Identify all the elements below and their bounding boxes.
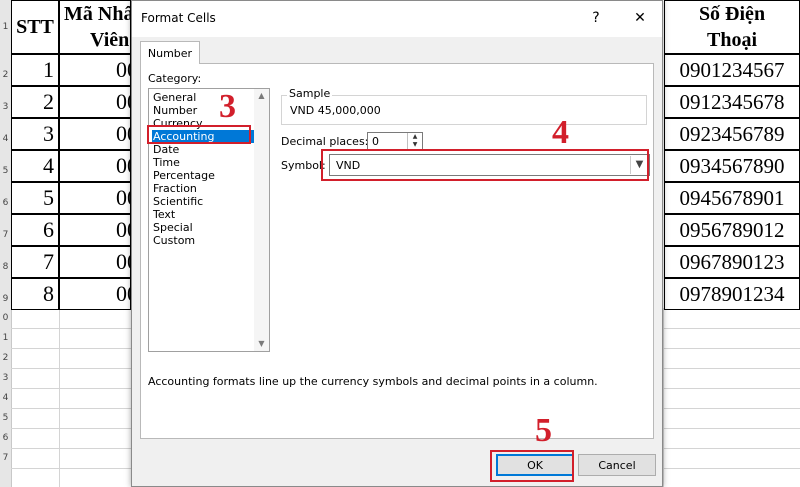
number-tab-panel: Category: General Number Currency Accoun…: [140, 63, 654, 439]
step-3-label: 3: [219, 88, 236, 125]
cell-phone[interactable]: 0901234567: [664, 54, 800, 86]
category-item-special[interactable]: Special: [152, 221, 194, 234]
category-scrollbar[interactable]: ▲ ▼: [254, 89, 269, 351]
category-item-text[interactable]: Text: [152, 208, 176, 221]
category-item-custom[interactable]: Custom: [152, 234, 196, 247]
cell-ma-text: 00: [116, 153, 130, 178]
cell-ma[interactable]: 00: [59, 182, 131, 214]
cell-ma[interactable]: 00: [59, 54, 131, 86]
row-number[interactable]: 2: [0, 70, 11, 80]
cell-stt[interactable]: 5: [11, 182, 59, 214]
cell-stt[interactable]: 3: [11, 118, 59, 150]
row-number[interactable]: 1: [0, 333, 11, 343]
category-item-time[interactable]: Time: [152, 156, 181, 169]
dialog-title: Format Cells: [141, 11, 216, 25]
row-number[interactable]: 5: [0, 166, 11, 176]
cell-phone[interactable]: 0934567890: [664, 150, 800, 182]
cell-ma[interactable]: 00: [59, 278, 131, 310]
format-cells-dialog: Format Cells ? ✕ Number Category: Genera…: [131, 0, 663, 487]
close-icon[interactable]: ✕: [618, 3, 662, 33]
header-ma-nhan-vien[interactable]: Mã Nhâ Viên: [59, 0, 131, 54]
decrement-icon[interactable]: ▼: [408, 141, 422, 149]
category-item-scientific[interactable]: Scientific: [152, 195, 204, 208]
cell-ma[interactable]: 00: [59, 86, 131, 118]
row-number[interactable]: 2: [0, 353, 11, 363]
increment-icon[interactable]: ▲: [408, 133, 422, 141]
cell-ma-text: 00: [116, 249, 130, 274]
row-number[interactable]: 4: [0, 393, 11, 403]
row-number[interactable]: 9: [0, 294, 11, 304]
header-stt[interactable]: STT: [11, 0, 59, 54]
row-number[interactable]: 3: [0, 102, 11, 112]
cell-ma-text: 00: [116, 185, 130, 210]
header-line: Thoại: [706, 29, 758, 51]
row-number[interactable]: 4: [0, 134, 11, 144]
row-number[interactable]: 6: [0, 198, 11, 208]
cell-ma[interactable]: 00: [59, 214, 131, 246]
highlight-symbol: [321, 149, 649, 181]
cell-ma[interactable]: 00: [59, 246, 131, 278]
header-line: Số Điện: [698, 3, 766, 25]
cell-phone[interactable]: 0923456789: [664, 118, 800, 150]
row-number[interactable]: 5: [0, 413, 11, 423]
row-number[interactable]: 3: [0, 373, 11, 383]
cell-ma-text: 00: [116, 121, 130, 146]
cell-phone[interactable]: 0945678901: [664, 182, 800, 214]
cell-stt[interactable]: 8: [11, 278, 59, 310]
cell-ma-text: 00: [116, 89, 130, 114]
cell-stt[interactable]: 7: [11, 246, 59, 278]
row-number[interactable]: 6: [0, 433, 11, 443]
sample-label: Sample: [287, 87, 333, 100]
cell-phone[interactable]: 0912345678: [664, 86, 800, 118]
cell-ma-text: 00: [116, 57, 130, 82]
cell-phone[interactable]: 0978901234: [664, 278, 800, 310]
row-number[interactable]: 1: [0, 22, 11, 32]
category-description: Accounting formats line up the currency …: [148, 375, 598, 388]
sample-box: VND 45,000,000: [281, 95, 647, 125]
header-so-dien-thoai[interactable]: Số Điện Thoại: [664, 0, 800, 54]
cell-phone[interactable]: 0967890123: [664, 246, 800, 278]
row-number[interactable]: 8: [0, 262, 11, 272]
cell-stt[interactable]: 4: [11, 150, 59, 182]
step-4-label: 4: [552, 114, 569, 151]
step-5-label: 5: [535, 412, 552, 449]
cell-ma-text: 00: [116, 217, 130, 242]
decimal-places-stepper[interactable]: 0 ▲ ▼: [367, 132, 423, 150]
highlight-ok: [490, 450, 574, 482]
row-number[interactable]: 7: [0, 230, 11, 240]
cancel-button[interactable]: Cancel: [578, 454, 656, 476]
header-line: Mã Nhâ: [64, 3, 131, 25]
category-item-fraction[interactable]: Fraction: [152, 182, 198, 195]
help-button[interactable]: ?: [574, 3, 618, 33]
category-label: Category:: [148, 72, 202, 85]
row-number[interactable]: 0: [0, 313, 11, 323]
cell-ma[interactable]: 00: [59, 118, 131, 150]
cell-stt[interactable]: 2: [11, 86, 59, 118]
category-item-number[interactable]: Number: [152, 104, 198, 117]
cell-phone[interactable]: 0956789012: [664, 214, 800, 246]
scroll-up-icon[interactable]: ▲: [254, 89, 269, 103]
header-line: Viên: [90, 29, 130, 51]
cell-ma[interactable]: 00: [59, 150, 131, 182]
category-item-general[interactable]: General: [152, 91, 197, 104]
decimal-places-label: Decimal places:: [281, 135, 369, 148]
row-number[interactable]: 7: [0, 453, 11, 463]
tab-number[interactable]: Number: [140, 41, 200, 64]
stepper-buttons: ▲ ▼: [407, 133, 422, 149]
sample-value: VND 45,000,000: [290, 104, 381, 117]
grid-line: [663, 308, 664, 487]
cell-stt[interactable]: 1: [11, 54, 59, 86]
cell-stt[interactable]: 6: [11, 214, 59, 246]
symbol-label: Symbol:: [281, 159, 326, 172]
cell-ma-text: 00: [116, 281, 130, 306]
grid-line: [59, 308, 60, 487]
scroll-down-icon[interactable]: ▼: [254, 337, 269, 351]
highlight-accounting: [147, 125, 251, 144]
category-item-percentage[interactable]: Percentage: [152, 169, 216, 182]
category-item-date[interactable]: Date: [152, 143, 180, 156]
dialog-titlebar[interactable]: Format Cells ? ✕: [132, 1, 662, 37]
decimal-places-value[interactable]: 0: [372, 135, 379, 148]
